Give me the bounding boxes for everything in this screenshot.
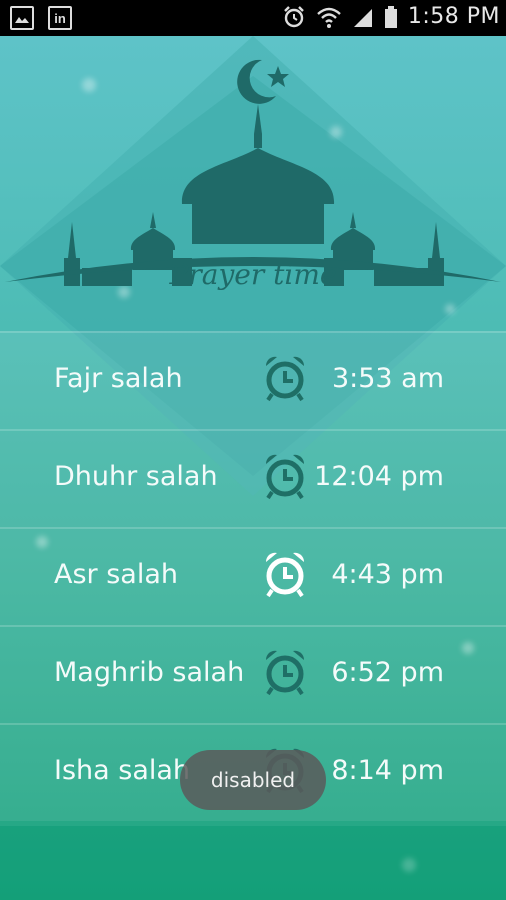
alarm-icon	[283, 5, 304, 27]
prayer-name: Maghrib salah	[54, 657, 245, 688]
prayer-time: 3:53 am	[331, 363, 444, 394]
prayer-row: Asr salah 4:43 pm	[0, 527, 506, 625]
mosque-logo: Prayer time	[5, 59, 501, 291]
prayer-name: Dhuhr salah	[54, 461, 218, 492]
notification-icons: in	[10, 6, 72, 30]
image-icon	[10, 6, 34, 30]
alarm-clock-icon[interactable]	[262, 647, 308, 697]
app-title: Prayer time	[169, 258, 337, 291]
prayer-time: 6:52 pm	[331, 657, 444, 688]
prayer-time: 12:04 pm	[314, 461, 444, 492]
linkedin-text: in	[54, 10, 66, 26]
prayer-row: Maghrib salah 6:52 pm	[0, 625, 506, 723]
prayer-row: Fajr salah 3:53 am	[0, 331, 506, 429]
alarm-clock-icon[interactable]	[262, 549, 308, 599]
footer-band	[0, 826, 506, 900]
prayer-name: Fajr salah	[54, 363, 183, 394]
prayer-time: 8:14 pm	[331, 755, 444, 786]
prayer-name: Isha salah	[54, 755, 191, 786]
signal-icon	[353, 8, 372, 27]
prayer-list: Fajr salah 3:53 am Dhuhr salah 12:04 pm Asr …	[0, 331, 506, 821]
wifi-icon	[317, 7, 341, 28]
status-bar: in 1:58 PM	[0, 0, 506, 36]
toast-message: disabled	[180, 750, 326, 810]
system-icons: 1:58 PM	[282, 4, 500, 29]
app-screen: Prayer time Fajr salah 3:53 am Dhuhr salah…	[0, 36, 506, 900]
battery-icon	[384, 5, 397, 28]
alarm-clock-icon[interactable]	[262, 451, 308, 501]
linkedin-icon: in	[48, 6, 72, 30]
alarm-clock-icon[interactable]	[262, 353, 308, 403]
prayer-row: Dhuhr salah 12:04 pm	[0, 429, 506, 527]
prayer-name: Asr salah	[54, 559, 178, 590]
clock-time: 1:58 PM	[407, 4, 500, 29]
prayer-time: 4:43 pm	[331, 559, 444, 590]
